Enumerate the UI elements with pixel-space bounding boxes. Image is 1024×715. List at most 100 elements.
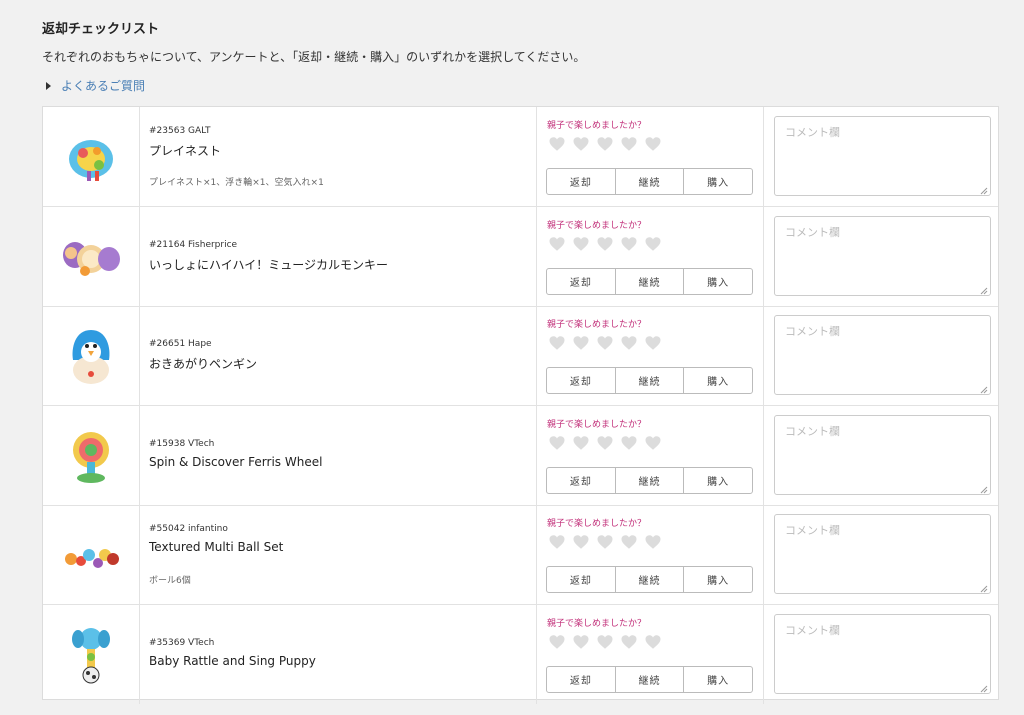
action-button-group: 返却 継続 購入 [546,665,753,693]
heart-rating-icon[interactable] [572,334,590,352]
heart-rating-icon[interactable] [548,633,566,651]
return-button[interactable]: 返却 [547,468,615,493]
purchase-button[interactable]: 購入 [683,368,752,393]
ferris-wheel-toy-icon [61,426,121,486]
heart-rating-icon[interactable] [596,334,614,352]
heart-rating[interactable] [548,633,668,651]
resize-grip-icon[interactable] [980,683,988,692]
continue-button[interactable]: 継続 [614,567,684,592]
heart-rating[interactable] [548,135,668,153]
heart-rating-icon[interactable] [572,434,590,452]
heart-rating-icon[interactable] [644,633,662,651]
survey-cell: 親子で楽しめましたか？ 返却 継続 購入 [537,107,764,206]
comment-field[interactable]: コメント欄 [774,414,991,495]
comment-placeholder: コメント欄 [785,524,840,537]
item-image-cell [43,306,140,405]
heart-rating-icon[interactable] [548,135,566,153]
heart-rating-icon[interactable] [620,434,638,452]
page-title: 返却チェックリスト [42,22,160,37]
return-button[interactable]: 返却 [547,269,615,294]
heart-rating-icon[interactable] [572,135,590,153]
heart-rating-icon[interactable] [596,235,614,253]
action-button-group: 返却 継続 購入 [546,566,753,593]
item-image-cell [43,206,140,306]
heart-rating[interactable] [548,235,668,253]
heart-rating-icon[interactable] [644,135,662,153]
item-info-cell: #23563 GALT プレイネスト プレイネスト×1、浮き輪×1、空気入れ×1 [139,107,537,206]
item-image-cell [43,107,140,206]
page-description: それぞれのおもちゃについて、アンケートと、「返却・継続・購入」のいずれかを選択し… [42,50,586,64]
item-info-cell: #21164 Fisherprice いっしょにハイハイ！ミュージカルモンキー [139,206,537,306]
table-row: #55042 infantino Textured Multi Ball Set… [43,505,998,605]
return-button[interactable]: 返却 [547,368,615,393]
continue-button[interactable]: 継続 [614,467,684,493]
heart-rating-icon[interactable] [596,135,614,153]
return-button[interactable]: 返却 [547,567,615,592]
comment-placeholder: コメント欄 [785,225,840,239]
heart-rating-icon[interactable] [596,633,614,651]
comment-field[interactable]: コメント欄 [774,215,991,296]
action-button-group: 返却 継続 購入 [546,168,753,195]
continue-button[interactable]: 継続 [614,169,684,194]
heart-rating-icon[interactable] [572,533,590,551]
caret-right-icon [46,81,51,90]
heart-rating-icon[interactable] [620,334,638,352]
heart-rating-icon[interactable] [548,434,566,452]
purchase-button[interactable]: 購入 [683,666,752,692]
item-name: Baby Rattle and Sing Puppy [149,653,316,668]
purchase-button[interactable]: 購入 [683,567,752,592]
item-code: #55042 infantino [149,524,228,534]
heart-rating-icon[interactable] [548,235,566,253]
heart-rating-icon[interactable] [620,135,638,153]
return-checklist-table: #23563 GALT プレイネスト プレイネスト×1、浮き輪×1、空気入れ×1… [42,106,999,704]
monkey-toy-icon [61,227,121,287]
heart-rating-icon[interactable] [644,334,662,352]
faq-link[interactable]: よくあるご質問 [42,77,145,94]
heart-rating-icon[interactable] [644,434,662,452]
faq-link-label: よくあるご質問 [61,79,146,93]
purchase-button[interactable]: 購入 [683,467,752,493]
item-code: #26651 Hape [149,339,212,349]
comment-field[interactable]: コメント欄 [774,315,991,395]
action-button-group: 返却 継続 購入 [546,267,753,295]
resize-grip-icon[interactable] [980,384,988,394]
heart-rating-icon[interactable] [644,533,662,551]
comment-field[interactable]: コメント欄 [774,514,991,594]
table-row: #15938 VTech Spin & Discover Ferris Whee… [43,405,998,506]
comment-cell: コメント欄 [764,107,998,206]
item-name: プレイネスト [149,144,222,158]
continue-button[interactable]: 継続 [614,666,684,692]
heart-rating-icon[interactable] [620,533,638,551]
heart-rating-icon[interactable] [620,633,638,651]
comment-cell: コメント欄 [764,207,998,306]
resize-grip-icon[interactable] [980,484,988,493]
heart-rating[interactable] [548,334,668,352]
purchase-button[interactable]: 購入 [683,268,752,294]
return-button[interactable]: 返却 [547,169,615,194]
heart-rating-icon[interactable] [620,235,638,253]
rattle-puppy-icon [61,625,121,685]
heart-rating-icon[interactable] [548,334,566,352]
resize-grip-icon[interactable] [980,285,988,294]
resize-grip-icon[interactable] [980,185,988,195]
heart-rating-icon[interactable] [548,533,566,551]
survey-cell: 親子で楽しめましたか？ 返却 継続 購入 [537,306,764,405]
continue-button[interactable]: 継続 [614,268,684,294]
heart-rating-icon[interactable] [572,235,590,253]
return-button[interactable]: 返却 [547,667,615,692]
comment-field[interactable]: コメント欄 [774,613,991,694]
action-button-group: 返却 継続 購入 [546,367,753,394]
item-info-cell: #15938 VTech Spin & Discover Ferris Whee… [139,405,537,505]
heart-rating-icon[interactable] [596,533,614,551]
heart-rating-icon[interactable] [572,633,590,651]
heart-rating-icon[interactable] [644,235,662,253]
survey-cell: 親子で楽しめましたか？ 返却 継続 購入 [537,405,764,505]
resize-grip-icon[interactable] [980,583,988,593]
heart-rating[interactable] [548,434,668,452]
comment-field[interactable]: コメント欄 [774,116,991,196]
survey-question: 親子で楽しめましたか？ [547,419,647,430]
purchase-button[interactable]: 購入 [683,169,752,194]
heart-rating[interactable] [548,533,668,551]
heart-rating-icon[interactable] [596,434,614,452]
continue-button[interactable]: 継続 [614,368,684,393]
